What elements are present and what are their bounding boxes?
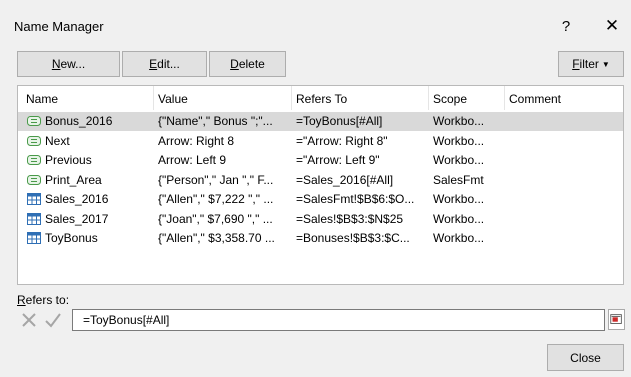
column-header-scope[interactable]: Scope — [433, 92, 467, 106]
list-item-value: {"Person"," Jan "," F... — [158, 172, 274, 187]
list-item-refers-to: =Sales_2016[#All] — [296, 172, 394, 187]
name-manager-dialog: Name Manager ? ✕ New... Edit... Delete F… — [0, 0, 631, 377]
list-item-value: Arrow: Left 9 — [158, 153, 227, 167]
column-divider[interactable] — [504, 86, 505, 110]
list-item[interactable]: ToyBonus {"Allen"," $3,358.70 ... =Bonuses… — [18, 229, 623, 248]
list-item-name: Sales_2017 — [45, 211, 109, 226]
edit-button[interactable]: Edit... — [122, 51, 207, 77]
cancel-edit-icon[interactable] — [19, 310, 39, 330]
list-item-name: Print_Area — [45, 172, 102, 187]
close-button[interactable]: Close — [547, 344, 624, 371]
delete-button-label: elete — [238, 57, 265, 71]
chevron-down-icon: ▼ — [601, 59, 610, 69]
table-icon — [27, 193, 41, 205]
refers-to-label: Refers to: — [17, 293, 69, 307]
edit-button-label: dit... — [157, 57, 180, 71]
refers-to-input[interactable] — [72, 309, 605, 331]
list-header: Name Value Refers To Scope Comment — [18, 86, 623, 110]
column-divider[interactable] — [153, 86, 154, 110]
list-item-value: {"Joan"," $7,690 "," ... — [158, 211, 273, 226]
list-item[interactable]: Sales_2016 {"Allen"," $7,222 "," ... =Sale… — [18, 190, 623, 209]
list-item[interactable]: Previous Arrow: Left 9 ="Arrow: Left 9" Wor… — [18, 151, 623, 170]
new-button-mnemonic: N — [51, 57, 61, 71]
list-item-refers-to: =Bonuses!$B$3:$C... — [296, 231, 410, 245]
named-range-icon — [27, 116, 41, 126]
list-item-refers-to: ="Arrow: Right 8" — [296, 133, 388, 148]
new-button-label: ew... — [60, 57, 86, 71]
delete-button-mnemonic: D — [230, 57, 239, 71]
filter-button-mnemonic: F — [572, 57, 580, 71]
list-item-scope: SalesFmt — [433, 172, 484, 187]
dialog-title: Name Manager — [14, 19, 104, 34]
list-item-value: Arrow: Right 8 — [158, 133, 235, 148]
close-icon[interactable]: ✕ — [598, 14, 626, 38]
list-item[interactable]: Bonus_2016 {"Name"," Bonus ";"... =ToyBonu… — [18, 112, 623, 131]
table-icon — [27, 212, 41, 225]
names-list[interactable]: Name Value Refers To Scope Comment Bonus… — [17, 85, 624, 285]
named-range-icon — [27, 155, 41, 165]
help-button[interactable]: ? — [552, 14, 580, 38]
named-range-icon — [27, 174, 41, 185]
table-icon — [27, 232, 41, 244]
confirm-edit-icon[interactable] — [43, 310, 63, 330]
list-item-name: Next — [45, 133, 70, 148]
column-header-comment[interactable]: Comment — [509, 92, 561, 106]
refers-to-label-text: efers to: — [25, 293, 70, 307]
list-item-refers-to: =SalesFmt!$B$6:$O... — [296, 192, 415, 206]
list-item-name: ToyBonus — [45, 231, 98, 245]
list-item-value: {"Name"," Bonus ";"... — [158, 114, 273, 128]
column-divider[interactable] — [428, 86, 429, 110]
list-item-name: Bonus_2016 — [45, 114, 113, 128]
list-item-scope: Workbo... — [433, 153, 485, 167]
list-item-name: Previous — [45, 153, 92, 167]
list-item[interactable]: Next Arrow: Right 8 ="Arrow: Right 8" Workb… — [18, 132, 623, 151]
list-item[interactable]: Sales_2017 {"Joan"," $7,690 "," ... =Sales… — [18, 210, 623, 229]
column-divider[interactable] — [291, 86, 292, 110]
list-item-scope: Workbo... — [433, 231, 485, 245]
new-button[interactable]: New... — [17, 51, 120, 77]
refers-to-mnemonic: R — [17, 293, 26, 307]
list-item-name: Sales_2016 — [45, 192, 109, 206]
edit-button-mnemonic: E — [149, 57, 158, 71]
column-header-name[interactable]: Name — [26, 92, 58, 106]
list-item-scope: Workbo... — [433, 192, 485, 206]
list-item[interactable]: Print_Area {"Person"," Jan "," F... =Sales… — [18, 171, 623, 190]
list-item-refers-to: ="Arrow: Left 9" — [296, 153, 380, 167]
list-item-value: {"Allen"," $3,358.70 ... — [158, 231, 275, 245]
list-item-scope: Workbo... — [433, 211, 485, 226]
filter-button-label: ilter — [579, 57, 599, 71]
column-header-value[interactable]: Value — [158, 92, 188, 106]
list-item-scope: Workbo... — [433, 114, 485, 128]
filter-button[interactable]: Filter ▼ — [558, 51, 624, 77]
list-item-value: {"Allen"," $7,222 "," ... — [158, 192, 274, 206]
named-range-icon — [27, 135, 41, 146]
delete-button[interactable]: Delete — [209, 51, 286, 77]
list-item-scope: Workbo... — [433, 133, 485, 148]
collapse-dialog-icon[interactable] — [608, 309, 625, 330]
list-item-refers-to: =ToyBonus[#All] — [296, 114, 383, 128]
column-header-refers-to[interactable]: Refers To — [296, 92, 347, 106]
list-item-refers-to: =Sales!$B$3:$N$25 — [296, 211, 404, 226]
